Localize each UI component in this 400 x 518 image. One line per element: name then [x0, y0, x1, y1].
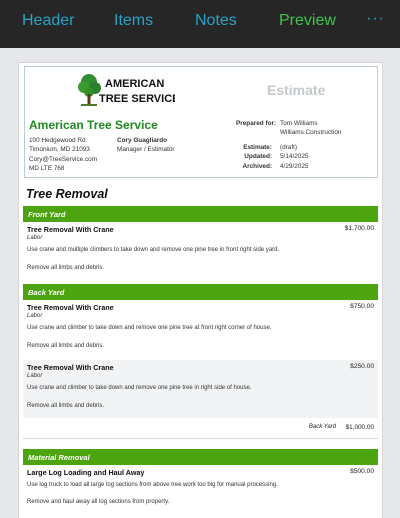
estimate-status-label: Estimate: — [243, 144, 272, 151]
contact-name: Cory Guagliardo — [117, 137, 168, 144]
top-tab-bar: Header Items Notes Preview ··· — [0, 0, 400, 48]
item-description: Use crane and multiple climbers to take … — [27, 247, 280, 253]
address-line2: Timonium, MD 21093 — [29, 146, 90, 154]
item-price: $1,700.00 — [344, 225, 374, 232]
address-line1: 100 Hedgewood Rd — [29, 137, 86, 144]
estimate-meta-labels: Estimate: Updated: Archived: — [239, 143, 272, 171]
estimate-meta-values: (draft) 5/14/2025 4/29/2025 — [280, 143, 308, 171]
item-type: Labor — [27, 235, 43, 241]
tab-preview[interactable]: Preview — [279, 12, 336, 30]
item-name: Tree Removal With Crane — [27, 225, 114, 234]
company-email: Cory@TreeService.com — [29, 155, 98, 163]
item-description-note: Remove all limbs and debris. — [27, 265, 105, 271]
section-title: Tree Removal — [26, 187, 108, 201]
item-type: Labor — [27, 373, 43, 379]
item-description-note: Remove and haul away all log sections fr… — [27, 499, 170, 505]
item-name: Tree Removal With Crane — [27, 303, 114, 312]
client-name: Tom Williams — [280, 120, 318, 127]
item-name: Large Log Loading and Haul Away — [27, 468, 145, 477]
line-item[interactable]: Tree Removal With Crane $250.00 Labor Us… — [23, 360, 378, 418]
more-menu-icon[interactable]: ··· — [366, 10, 385, 28]
category-back-yard: Back Yard — [23, 284, 378, 300]
document-type-label: Estimate — [267, 82, 326, 98]
line-item[interactable]: Large Log Loading and Haul Away $500.00 … — [23, 465, 378, 517]
company-license: MD LTE 768 — [29, 165, 65, 173]
tab-header[interactable]: Header — [22, 12, 74, 30]
item-description-note: Remove all limbs and debris. — [27, 403, 105, 409]
item-description-note: Remove all limbs and debris. — [27, 343, 105, 349]
item-description: Use crane and climber to take down and r… — [27, 385, 252, 391]
category-material-removal: Material Removal — [23, 449, 378, 465]
company-logo: AMERICAN TREE SERVICE — [78, 74, 175, 106]
estimate-document: AMERICAN TREE SERVICE Estimate American … — [18, 62, 383, 518]
tab-items[interactable]: Items — [114, 12, 153, 30]
subtotal-value: $1,000.00 — [345, 424, 374, 431]
item-name: Tree Removal With Crane — [27, 363, 114, 372]
archived-value: 4/29/2025 — [280, 162, 309, 170]
contact-title: Manager / Estimator — [117, 146, 175, 154]
prepared-for-label: Prepared for: — [236, 120, 277, 127]
tab-notes[interactable]: Notes — [195, 12, 237, 30]
subtotal-label: Back Yard — [308, 424, 336, 430]
logo-line1: AMERICAN — [105, 78, 164, 90]
item-price: $250.00 — [350, 363, 374, 370]
item-description: Use crane and climber to take down and r… — [27, 325, 272, 331]
company-name: American Tree Service — [29, 118, 158, 132]
line-item[interactable]: Tree Removal With Crane $1,700.00 Labor … — [23, 222, 378, 280]
client-company: Williams Construction — [280, 129, 342, 137]
archived-label: Archived: — [242, 162, 272, 170]
item-type: Labor — [27, 313, 43, 319]
divider — [23, 438, 378, 439]
updated-value: 5/14/2025 — [280, 153, 309, 161]
estimate-status-value: (draft) — [280, 144, 298, 151]
company-contact: Cory Guagliardo Manager / Estimator — [117, 136, 175, 155]
category-front-yard: Front Yard — [23, 206, 378, 222]
item-description: Use log truck to load all large log sect… — [27, 482, 278, 488]
item-price: $750.00 — [350, 303, 374, 310]
estimate-header: AMERICAN TREE SERVICE Estimate American … — [24, 66, 378, 178]
tree-logo-icon — [78, 74, 101, 106]
item-price: $500.00 — [350, 468, 374, 475]
logo-line2: TREE SERVICE — [99, 93, 175, 105]
prepared-for-value: Tom Williams Williams Construction — [280, 119, 341, 138]
line-item[interactable]: Tree Removal With Crane $750.00 Labor Us… — [23, 300, 378, 356]
company-address: 100 Hedgewood Rd Timonium, MD 21093 Cory… — [29, 136, 97, 174]
updated-label: Updated: — [244, 153, 272, 161]
category-subtotal: Back Yard $1,000.00 — [23, 422, 378, 434]
